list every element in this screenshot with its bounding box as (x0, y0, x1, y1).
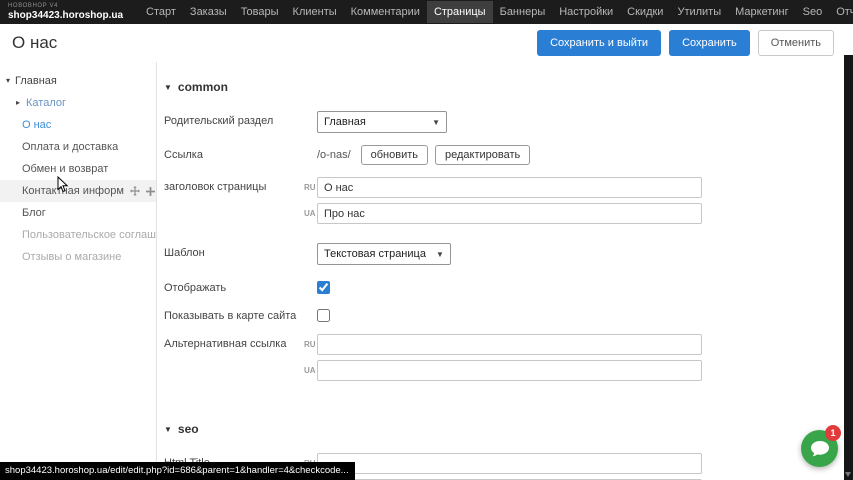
field-link: Ссылка /o-nas/ обновить редактировать (164, 145, 844, 165)
field-sitemap: Показывать в карте сайта (164, 306, 844, 322)
menu-item-settings[interactable]: Настройки (552, 1, 620, 23)
field-parent-section: Родительский раздел Главная ▼ (164, 111, 844, 133)
logo-domain: shop34423.horoshop.ua (8, 10, 123, 21)
select-value: Текстовая страница (324, 248, 426, 260)
browser-status-bar: shop34423.horoshop.ua/edit/edit.php?id=6… (0, 462, 355, 480)
sidebar-item-label: Отзывы о магазине (22, 251, 121, 263)
parent-section-select[interactable]: Главная ▼ (317, 111, 447, 133)
sidebar-item-contact-info[interactable]: Контактная информ (0, 180, 156, 202)
chevron-down-icon: ▼ (432, 118, 440, 127)
field-label: Родительский раздел (164, 111, 304, 133)
menu-item-pages[interactable]: Страницы (427, 1, 493, 23)
ru-tag: RU (304, 340, 317, 349)
sidebar-item-label: Каталог (26, 97, 66, 109)
page-title-ua-input[interactable] (317, 203, 702, 224)
sidebar-item-label: О нас (22, 119, 51, 131)
menu-item-discounts[interactable]: Скидки (620, 1, 670, 23)
ua-tag: UA (304, 209, 317, 218)
menu-item-banners[interactable]: Баннеры (493, 1, 553, 23)
menu-item-start[interactable]: Старт (139, 1, 183, 23)
template-select[interactable]: Текстовая страница ▼ (317, 243, 451, 265)
sidebar-item-payment-delivery[interactable]: Оплата и доставка (0, 136, 156, 158)
menu-item-utilities[interactable]: Утилиты (670, 1, 728, 23)
field-label: Ссылка (164, 145, 304, 165)
sidebar-item-label: Контактная информ (22, 185, 124, 197)
field-display: Отображать (164, 278, 844, 294)
vertical-scrollbar[interactable] (844, 55, 853, 480)
chat-icon (811, 441, 829, 457)
field-template: Шаблон Текстовая страница ▼ (164, 243, 844, 265)
field-label: Показывать в карте сайта (164, 306, 304, 322)
chat-widget-button[interactable]: 1 (801, 430, 838, 467)
sitemap-checkbox[interactable] (317, 309, 330, 322)
field-page-title: заголовок страницы RU UA (164, 177, 844, 229)
field-label: Шаблон (164, 243, 304, 265)
chevron-down-icon: ▼ (164, 425, 172, 434)
section-seo[interactable]: ▼ seo (164, 422, 844, 436)
field-label: Альтернативная ссылка (164, 334, 304, 386)
menu-item-seo[interactable]: Seo (796, 1, 830, 23)
menu-item-marketing[interactable]: Маркетинг (728, 1, 795, 23)
display-checkbox[interactable] (317, 281, 330, 294)
menu-item-comments[interactable]: Комментарии (344, 1, 427, 23)
page-header: О нас Сохранить и выйти Сохранить Отмени… (0, 24, 844, 62)
sidebar-item-home[interactable]: ▾ Главная (0, 70, 156, 92)
chevron-down-icon[interactable]: ▾ (6, 76, 10, 85)
sidebar-item-user-agreement[interactable]: Пользовательское соглашение (0, 224, 156, 246)
sidebar-item-blog[interactable]: Блог (0, 202, 156, 224)
menu-item-products[interactable]: Товары (234, 1, 286, 23)
main-menu: Старт Заказы Товары Клиенты Комментарии … (139, 0, 853, 24)
ru-tag: RU (304, 183, 317, 192)
sidebar-item-catalog[interactable]: ▸ Каталог (0, 92, 156, 114)
logo[interactable]: НОВОВНОР V4 shop34423.horoshop.ua (0, 3, 139, 21)
refresh-link-button[interactable]: обновить (361, 145, 428, 165)
chat-unread-badge: 1 (825, 425, 841, 441)
save-and-exit-button[interactable]: Сохранить и выйти (537, 30, 661, 56)
sidebar-item-actions (130, 186, 156, 197)
sidebar-item-exchange-return[interactable]: Обмен и возврат (0, 158, 156, 180)
chevron-down-icon: ▼ (164, 83, 172, 92)
select-value: Главная (324, 116, 366, 128)
admin-app: НОВОВНОР V4 shop34423.horoshop.ua Старт … (0, 0, 853, 480)
html-title-ru-input[interactable] (317, 453, 702, 474)
scroll-down-arrow-icon[interactable] (845, 472, 851, 477)
section-title: common (178, 80, 228, 94)
topbar: НОВОВНОР V4 shop34423.horoshop.ua Старт … (0, 0, 853, 24)
header-actions: Сохранить и выйти Сохранить Отменить (537, 30, 844, 56)
sidebar-item-label: Оплата и доставка (22, 141, 118, 153)
link-path: /o-nas/ (317, 145, 351, 161)
pages-tree-sidebar: ▾ Главная ▸ Каталог О нас Оплата и доста… (0, 62, 157, 480)
field-alt-link: Альтернативная ссылка RU UA (164, 334, 844, 386)
page-title-ru-input[interactable] (317, 177, 702, 198)
sidebar-item-label: Блог (22, 207, 46, 219)
section-title: seo (178, 422, 199, 436)
ua-tag: UA (304, 366, 317, 375)
cancel-button[interactable]: Отменить (758, 30, 834, 56)
page-title: О нас (12, 33, 57, 53)
sidebar-item-about[interactable]: О нас (0, 114, 156, 136)
field-label: заголовок страницы (164, 177, 304, 229)
sidebar-item-label: Пользовательское соглашение (22, 229, 156, 241)
alt-link-ru-input[interactable] (317, 334, 702, 355)
chevron-down-icon: ▼ (436, 250, 444, 259)
sidebar-item-store-reviews[interactable]: Отзывы о магазине (0, 246, 156, 268)
save-button[interactable]: Сохранить (669, 30, 750, 56)
chevron-right-icon[interactable]: ▸ (16, 98, 20, 107)
edit-link-button[interactable]: редактировать (435, 145, 530, 165)
menu-item-reports[interactable]: Отчеты (829, 1, 853, 23)
move-icon[interactable] (130, 186, 141, 197)
menu-item-clients[interactable]: Клиенты (286, 1, 344, 23)
alt-link-ua-input[interactable] (317, 360, 702, 381)
page-edit-form: ▼ common Родительский раздел Главная ▼ С… (158, 62, 844, 480)
sidebar-item-label: Обмен и возврат (22, 163, 108, 175)
field-label: Отображать (164, 278, 304, 294)
section-common[interactable]: ▼ common (164, 80, 844, 94)
sidebar-item-label: Главная (15, 75, 57, 87)
add-icon[interactable] (145, 186, 156, 197)
menu-item-orders[interactable]: Заказы (183, 1, 234, 23)
logo-version: НОВОВНОР V4 (8, 3, 123, 10)
